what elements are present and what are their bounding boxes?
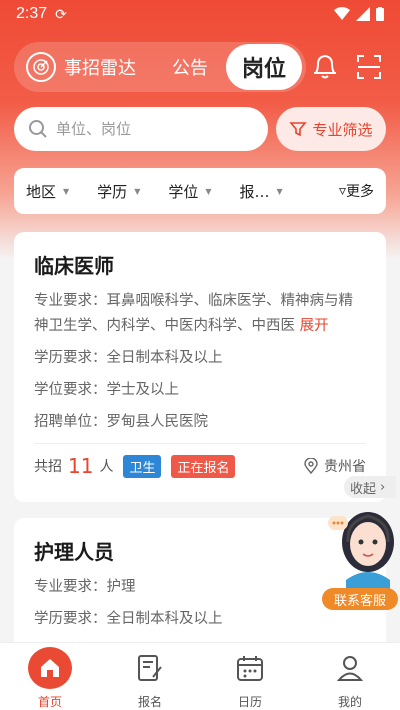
hiring-unit: 招聘单位：罗甸县人民医院 — [34, 410, 366, 435]
major-requirement: 专业要求：耳鼻咽喉科学、临床医学、精神病与精神卫生学、内科学、中医内科学、中西医… — [34, 289, 366, 339]
user-icon — [330, 649, 370, 687]
filter-region-label: 地区 — [26, 182, 57, 201]
degree-value: 学士及以上 — [106, 382, 180, 398]
major-label: 专业要求： — [34, 293, 107, 309]
status-time: 2:37 — [16, 5, 48, 22]
search-icon — [29, 120, 47, 138]
nav-register-label: 报名 — [137, 695, 162, 709]
nav-profile-label: 我的 — [337, 695, 362, 709]
tab-notice[interactable]: 公告 — [172, 54, 208, 80]
job-title: 临床医师 — [34, 254, 114, 278]
caret-down-icon: ▼ — [63, 186, 70, 196]
filter-more-label: 更多 — [346, 184, 374, 200]
major-filter-label: 专业筛选 — [312, 120, 373, 139]
status-badge: 正在报名 — [171, 454, 236, 478]
calendar-icon — [230, 649, 270, 687]
location-pin-icon — [304, 458, 318, 474]
total-prefix: 共招 — [34, 459, 62, 475]
education-label: 学历要求： — [34, 611, 107, 627]
search-input[interactable] — [56, 120, 246, 138]
chevron-right-icon: › — [380, 479, 386, 495]
filter-registration[interactable]: 报… ▼ — [240, 181, 283, 202]
filter-education[interactable]: 学历 ▼ — [97, 181, 140, 202]
status-bar: 2:37 ⟳ — [0, 0, 400, 28]
filter-degree[interactable]: 学位 ▼ — [168, 181, 211, 202]
major-requirement: 专业要求：护理 — [34, 575, 366, 600]
job-title: 护理人员 — [34, 540, 114, 564]
education-value: 全日制本科及以上 — [106, 350, 223, 366]
status-icons — [334, 7, 384, 21]
hire-count: 11 — [68, 454, 94, 478]
funnel-icon: ▿ — [338, 183, 346, 199]
education-requirement: 学历要求：全日制本科及以上 — [34, 346, 366, 371]
card-footer: 共招 11 人 卫生 正在报名 贵州省 — [34, 454, 366, 478]
count-unit: 人 — [99, 459, 114, 475]
wifi-icon — [334, 7, 350, 20]
filter-region[interactable]: 地区 ▼ — [26, 181, 69, 202]
filter-more[interactable]: ▿ 更多 — [339, 181, 374, 201]
caret-down-icon: ▼ — [276, 186, 283, 196]
app-logo[interactable]: 事招雷达 — [14, 52, 136, 82]
expand-link[interactable]: 展开 — [300, 318, 329, 334]
filter-degree-label: 学位 — [168, 182, 199, 201]
location-text: 贵州省 — [324, 459, 366, 475]
caret-down-icon: ▼ — [205, 186, 212, 196]
tab-jobs[interactable]: 岗位 — [226, 44, 302, 90]
category-badge: 卫生 — [123, 454, 162, 478]
nav-home[interactable]: 首页 — [0, 643, 100, 710]
major-value: 护理 — [106, 579, 136, 595]
unit-value: 罗甸县人民医院 — [106, 414, 209, 430]
nav-profile[interactable]: 我的 — [300, 643, 400, 710]
sync-icon: ⟳ — [55, 5, 67, 22]
battery-icon — [376, 7, 384, 21]
education-label: 学历要求： — [34, 350, 107, 366]
radar-icon — [26, 52, 56, 82]
education-value: 全日制本科及以上 — [106, 611, 223, 627]
scan-icon[interactable] — [356, 54, 382, 84]
nav-register[interactable]: 报名 — [100, 643, 200, 710]
home-icon — [28, 647, 72, 689]
filter-icon — [289, 122, 308, 137]
location: 贵州省 — [304, 456, 366, 476]
filter-registration-label: 报… — [239, 182, 270, 201]
job-card[interactable]: 临床医师 专业要求：耳鼻咽喉科学、临床医学、精神病与精神卫生学、内科学、中医内科… — [14, 232, 386, 502]
collapse-label: 收起 — [350, 481, 377, 497]
major-label: 专业要求： — [34, 579, 107, 595]
major-filter-button[interactable]: 专业筛选 — [276, 107, 386, 151]
bell-icon[interactable] — [312, 52, 338, 84]
caret-down-icon: ▼ — [134, 186, 141, 196]
customer-service-avatar[interactable] — [326, 502, 396, 590]
search-bar[interactable] — [14, 107, 268, 151]
unit-label: 招聘单位： — [34, 414, 107, 430]
nav-calendar[interactable]: 日历 — [200, 643, 300, 710]
edit-form-icon — [130, 649, 170, 687]
contact-service-button[interactable]: 联系客服 — [322, 588, 398, 610]
nav-home-label: 首页 — [37, 695, 62, 709]
top-nav: 事招雷达 公告 岗位 — [14, 42, 306, 92]
divider — [34, 443, 366, 444]
bottom-nav: 首页 报名 日历 我的 — [0, 642, 400, 710]
app-name: 事招雷达 — [64, 58, 136, 79]
collapse-button[interactable]: 收起 › — [344, 476, 396, 498]
degree-requirement: 学位要求：学士及以上 — [34, 378, 366, 403]
nav-calendar-label: 日历 — [237, 695, 262, 709]
education-requirement: 学历要求：全日制本科及以上 — [34, 607, 366, 632]
filter-bar: 地区 ▼ 学历 ▼ 学位 ▼ 报… ▼ ▿ 更多 — [14, 168, 386, 214]
degree-label: 学位要求： — [34, 382, 107, 398]
filter-education-label: 学历 — [97, 182, 128, 201]
signal-icon — [356, 7, 370, 21]
